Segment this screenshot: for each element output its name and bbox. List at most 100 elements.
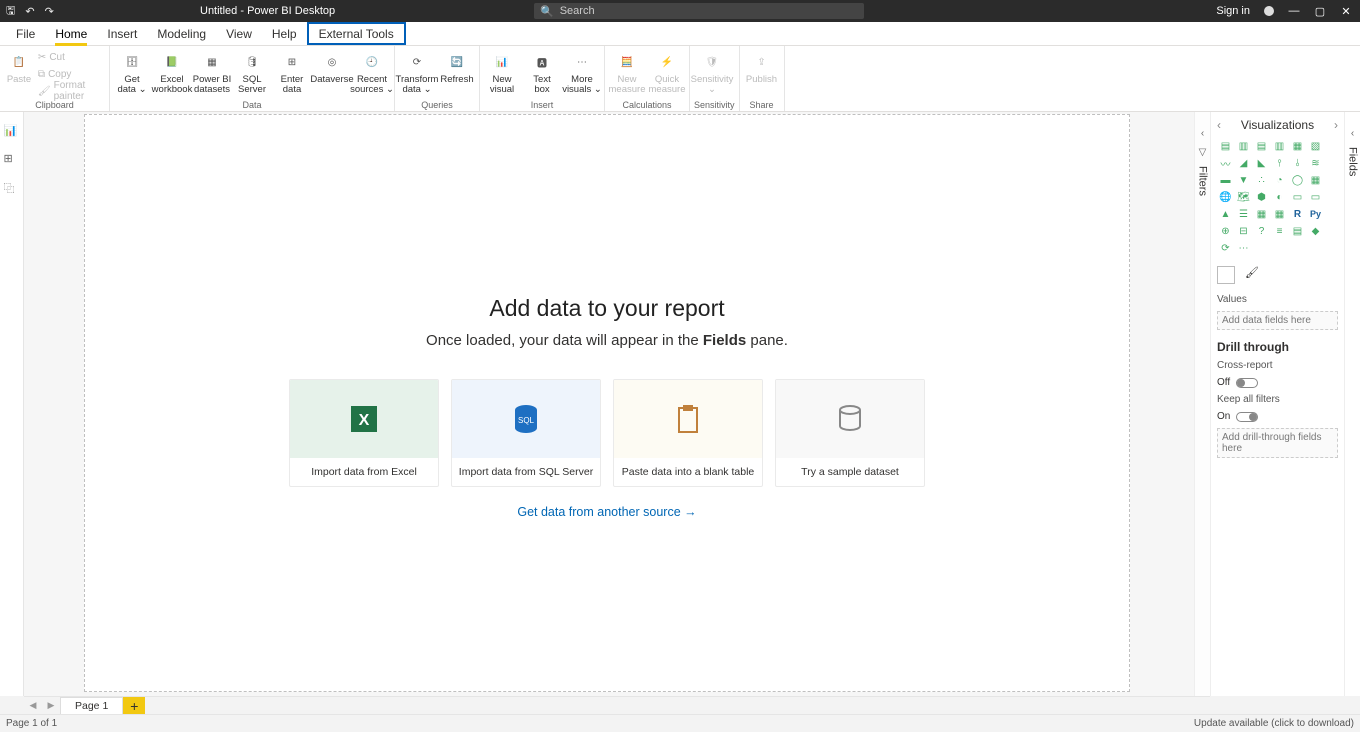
avatar-placeholder[interactable] bbox=[1264, 6, 1274, 16]
undo-icon[interactable]: ↶ bbox=[25, 5, 34, 18]
card-import-excel[interactable]: X Import data from Excel bbox=[289, 379, 439, 487]
chevron-right-icon[interactable]: › bbox=[1334, 118, 1338, 132]
fields-pane-collapsed[interactable]: ‹ Fields bbox=[1344, 112, 1360, 696]
text-box-button[interactable]: 🅰Text box bbox=[524, 48, 560, 95]
filled-map-icon[interactable]: 🗺 bbox=[1235, 189, 1252, 205]
smart-narrative-icon[interactable]: ≡ bbox=[1271, 223, 1288, 239]
filters-pane-collapsed[interactable]: ‹ ▽ Filters bbox=[1194, 112, 1210, 696]
refresh-button[interactable]: 🔄Refresh bbox=[439, 48, 475, 95]
menu-help[interactable]: Help bbox=[262, 22, 307, 45]
donut-icon[interactable]: ◯ bbox=[1289, 172, 1306, 188]
transform-data-button[interactable]: ⟳Transform data ⌄ bbox=[399, 48, 435, 95]
menu-external-tools[interactable]: External Tools bbox=[307, 22, 406, 45]
model-view-button[interactable]: ⿻ bbox=[4, 180, 20, 196]
menu-insert[interactable]: Insert bbox=[97, 22, 147, 45]
line-column-icon[interactable]: ⫯ bbox=[1271, 155, 1288, 171]
shape-map-icon[interactable]: ⬢ bbox=[1253, 189, 1270, 205]
table-icon[interactable]: ▦ bbox=[1253, 206, 1270, 222]
title-bar: 🖫 ↶ ↷ Untitled - Power BI Desktop 🔍 Sear… bbox=[0, 0, 1360, 22]
update-available-link[interactable]: Update available (click to download) bbox=[1194, 718, 1354, 729]
card-icon[interactable]: ▭ bbox=[1289, 189, 1306, 205]
enter-data-button[interactable]: ⊞Enter data bbox=[274, 48, 310, 95]
clustered-column-icon[interactable]: ▥ bbox=[1271, 138, 1288, 154]
matrix-icon[interactable]: ▦ bbox=[1271, 206, 1288, 222]
area-chart-icon[interactable]: ◢ bbox=[1235, 155, 1252, 171]
menu-file[interactable]: File bbox=[0, 22, 45, 45]
report-canvas[interactable]: Add data to your report Once loaded, you… bbox=[84, 114, 1130, 692]
line-chart-icon[interactable]: 〰 bbox=[1217, 155, 1234, 171]
card-import-sql[interactable]: SQL Import data from SQL Server bbox=[451, 379, 601, 487]
save-icon[interactable]: 🖫 bbox=[6, 2, 15, 21]
cross-report-toggle[interactable]: Off bbox=[1217, 377, 1338, 388]
more-visuals-icon[interactable]: ⋯ bbox=[1235, 240, 1252, 256]
key-influencers-icon[interactable]: ⊕ bbox=[1217, 223, 1234, 239]
dataverse-button[interactable]: ◎Dataverse bbox=[314, 48, 350, 95]
minimize-button[interactable]: — bbox=[1288, 5, 1300, 17]
report-view-button[interactable]: 📊 bbox=[4, 124, 20, 140]
values-well[interactable]: Add data fields here bbox=[1217, 311, 1338, 330]
prev-page-button[interactable]: ◀ bbox=[24, 697, 42, 714]
stacked-column-icon[interactable]: ▥ bbox=[1235, 138, 1252, 154]
power-automate-icon[interactable]: ⟳ bbox=[1217, 240, 1234, 256]
pbi-datasets-button[interactable]: ▦Power BI datasets bbox=[194, 48, 230, 95]
slicer-icon[interactable]: ☰ bbox=[1235, 206, 1252, 222]
copy-icon: ⧉ bbox=[38, 69, 45, 80]
add-page-button[interactable]: + bbox=[123, 697, 145, 714]
treemap-icon[interactable]: ▦ bbox=[1307, 172, 1324, 188]
stacked-bar-100-icon[interactable]: ▦ bbox=[1289, 138, 1306, 154]
chevron-left-icon[interactable]: ‹ bbox=[1217, 118, 1221, 132]
multi-card-icon[interactable]: ▭ bbox=[1307, 189, 1324, 205]
maximize-button[interactable]: ▢ bbox=[1314, 5, 1326, 18]
ribbon-chart-icon[interactable]: ≋ bbox=[1307, 155, 1324, 171]
new-visual-button[interactable]: 📊New visual bbox=[484, 48, 520, 95]
format-painter-button[interactable]: 🖌Format painter bbox=[38, 83, 105, 99]
more-visuals-button[interactable]: ⋯More visuals ⌄ bbox=[564, 48, 600, 95]
svg-text:X: X bbox=[359, 412, 370, 429]
format-tab[interactable]: 🖌 bbox=[1245, 266, 1263, 284]
python-visual-icon[interactable]: Py bbox=[1307, 206, 1324, 222]
scatter-icon[interactable]: ∴ bbox=[1253, 172, 1270, 188]
get-data-button[interactable]: 🗄Get data ⌄ bbox=[114, 48, 150, 95]
page-tab-1[interactable]: Page 1 bbox=[60, 697, 123, 714]
redo-icon[interactable]: ↷ bbox=[45, 5, 54, 18]
recent-sources-button[interactable]: 🕘Recent sources ⌄ bbox=[354, 48, 390, 95]
excel-workbook-button[interactable]: 📗Excel workbook bbox=[154, 48, 190, 95]
fields-well-tab[interactable] bbox=[1217, 266, 1235, 284]
menu-modeling[interactable]: Modeling bbox=[147, 22, 216, 45]
kpi-icon[interactable]: ▲ bbox=[1217, 206, 1234, 222]
decomposition-icon[interactable]: ⊟ bbox=[1235, 223, 1252, 239]
sql-server-button[interactable]: 🛢SQL Server bbox=[234, 48, 270, 95]
drill-through-well[interactable]: Add drill-through fields here bbox=[1217, 428, 1338, 458]
get-data-link[interactable]: Get data from another source → bbox=[517, 505, 696, 519]
paginated-icon[interactable]: ▤ bbox=[1289, 223, 1306, 239]
pie-icon[interactable]: ◔ bbox=[1271, 172, 1288, 188]
new-measure-button[interactable]: 🧮New measure bbox=[609, 48, 645, 95]
power-apps-icon[interactable]: ◆ bbox=[1307, 223, 1324, 239]
map-icon[interactable]: 🌐 bbox=[1217, 189, 1234, 205]
waterfall-icon[interactable]: ▬ bbox=[1217, 172, 1234, 188]
stacked-bar-icon[interactable]: ▤ bbox=[1217, 138, 1234, 154]
gauge-icon[interactable]: ◐ bbox=[1271, 189, 1288, 205]
keep-filters-toggle[interactable]: On bbox=[1217, 411, 1338, 422]
search-box[interactable]: 🔍 Search bbox=[534, 3, 864, 19]
close-button[interactable]: ✕ bbox=[1340, 5, 1352, 18]
clustered-bar-icon[interactable]: ▤ bbox=[1253, 138, 1270, 154]
funnel-icon[interactable]: ▼ bbox=[1235, 172, 1252, 188]
stacked-area-icon[interactable]: ◣ bbox=[1253, 155, 1270, 171]
signin-link[interactable]: Sign in bbox=[1216, 5, 1250, 17]
quick-measure-button[interactable]: ⚡Quick measure bbox=[649, 48, 685, 95]
menu-home[interactable]: Home bbox=[45, 22, 97, 45]
sensitivity-button[interactable]: 🛡Sensitivity ⌄ bbox=[694, 48, 730, 95]
menu-view[interactable]: View bbox=[216, 22, 262, 45]
line-column-stacked-icon[interactable]: ⫰ bbox=[1289, 155, 1306, 171]
card-sample-dataset[interactable]: Try a sample dataset bbox=[775, 379, 925, 487]
paste-button[interactable]: 📋Paste bbox=[4, 48, 34, 99]
publish-button[interactable]: ⇪Publish bbox=[744, 48, 780, 85]
card-paste-data[interactable]: Paste data into a blank table bbox=[613, 379, 763, 487]
next-page-button[interactable]: ▶ bbox=[42, 697, 60, 714]
qa-visual-icon[interactable]: ? bbox=[1253, 223, 1270, 239]
r-visual-icon[interactable]: R bbox=[1289, 206, 1306, 222]
cut-button[interactable]: ✂Cut bbox=[38, 49, 105, 65]
data-view-button[interactable]: ⊞ bbox=[4, 152, 20, 168]
stacked-column-100-icon[interactable]: ▧ bbox=[1307, 138, 1324, 154]
